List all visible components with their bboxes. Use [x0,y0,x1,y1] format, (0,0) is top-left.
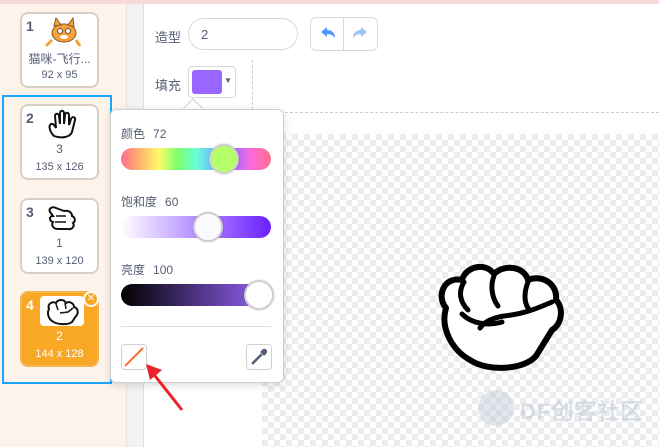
brightness-value: 100 [153,263,174,277]
hue-slider[interactable] [121,148,271,170]
undo-icon [321,27,335,38]
brightness-slider-handle[interactable] [244,280,274,310]
watermark-logo-icon [478,390,514,426]
costume-size: 92 x 95 [41,69,78,81]
hue-label-row: 颜色 72 [121,125,166,142]
brightness-label: 亮度 [121,263,146,277]
saturation-label-row: 饱和度 60 [121,193,178,210]
fill-color-swatch [192,70,222,94]
cat-icon [44,16,82,48]
saturation-slider-handle[interactable] [193,212,223,242]
highlight-box [2,95,112,384]
eyedropper-button[interactable] [246,344,272,370]
hue-label: 颜色 [121,127,146,141]
redo-button[interactable] [344,17,378,51]
brightness-label-row: 亮度 100 [121,261,173,278]
saturation-value: 60 [165,195,179,209]
fill-label: 填充 [155,78,182,93]
costume-number: 1 [26,18,34,34]
watermark-text: DF创客社区 [520,399,644,424]
hue-slider-handle[interactable] [209,144,239,174]
toolbar-divider [285,112,659,113]
hue-value: 72 [153,127,167,141]
eyedropper-icon [251,348,268,365]
costume-name-input[interactable] [188,18,298,50]
watermark: DF创客社区 [478,388,658,428]
popup-divider [121,326,271,327]
costume-tile-1[interactable]: 1 猫咪-飞行... 92 x 95 [20,12,99,88]
costume-name: 猫咪-飞行... [28,52,91,66]
color-picker-popup: 颜色 72 饱和度 60 亮度 100 [110,109,284,383]
costume-label: 造型 [155,30,182,45]
fill-color-button[interactable]: ▼ [188,66,236,98]
redo-icon [352,27,367,38]
undo-button[interactable] [310,17,344,51]
saturation-label: 饱和度 [121,195,158,209]
chevron-down-icon: ▼ [224,76,232,85]
annotation-arrow-icon [146,364,184,411]
fist-drawing [438,263,564,371]
toolbar-divider [252,60,253,110]
